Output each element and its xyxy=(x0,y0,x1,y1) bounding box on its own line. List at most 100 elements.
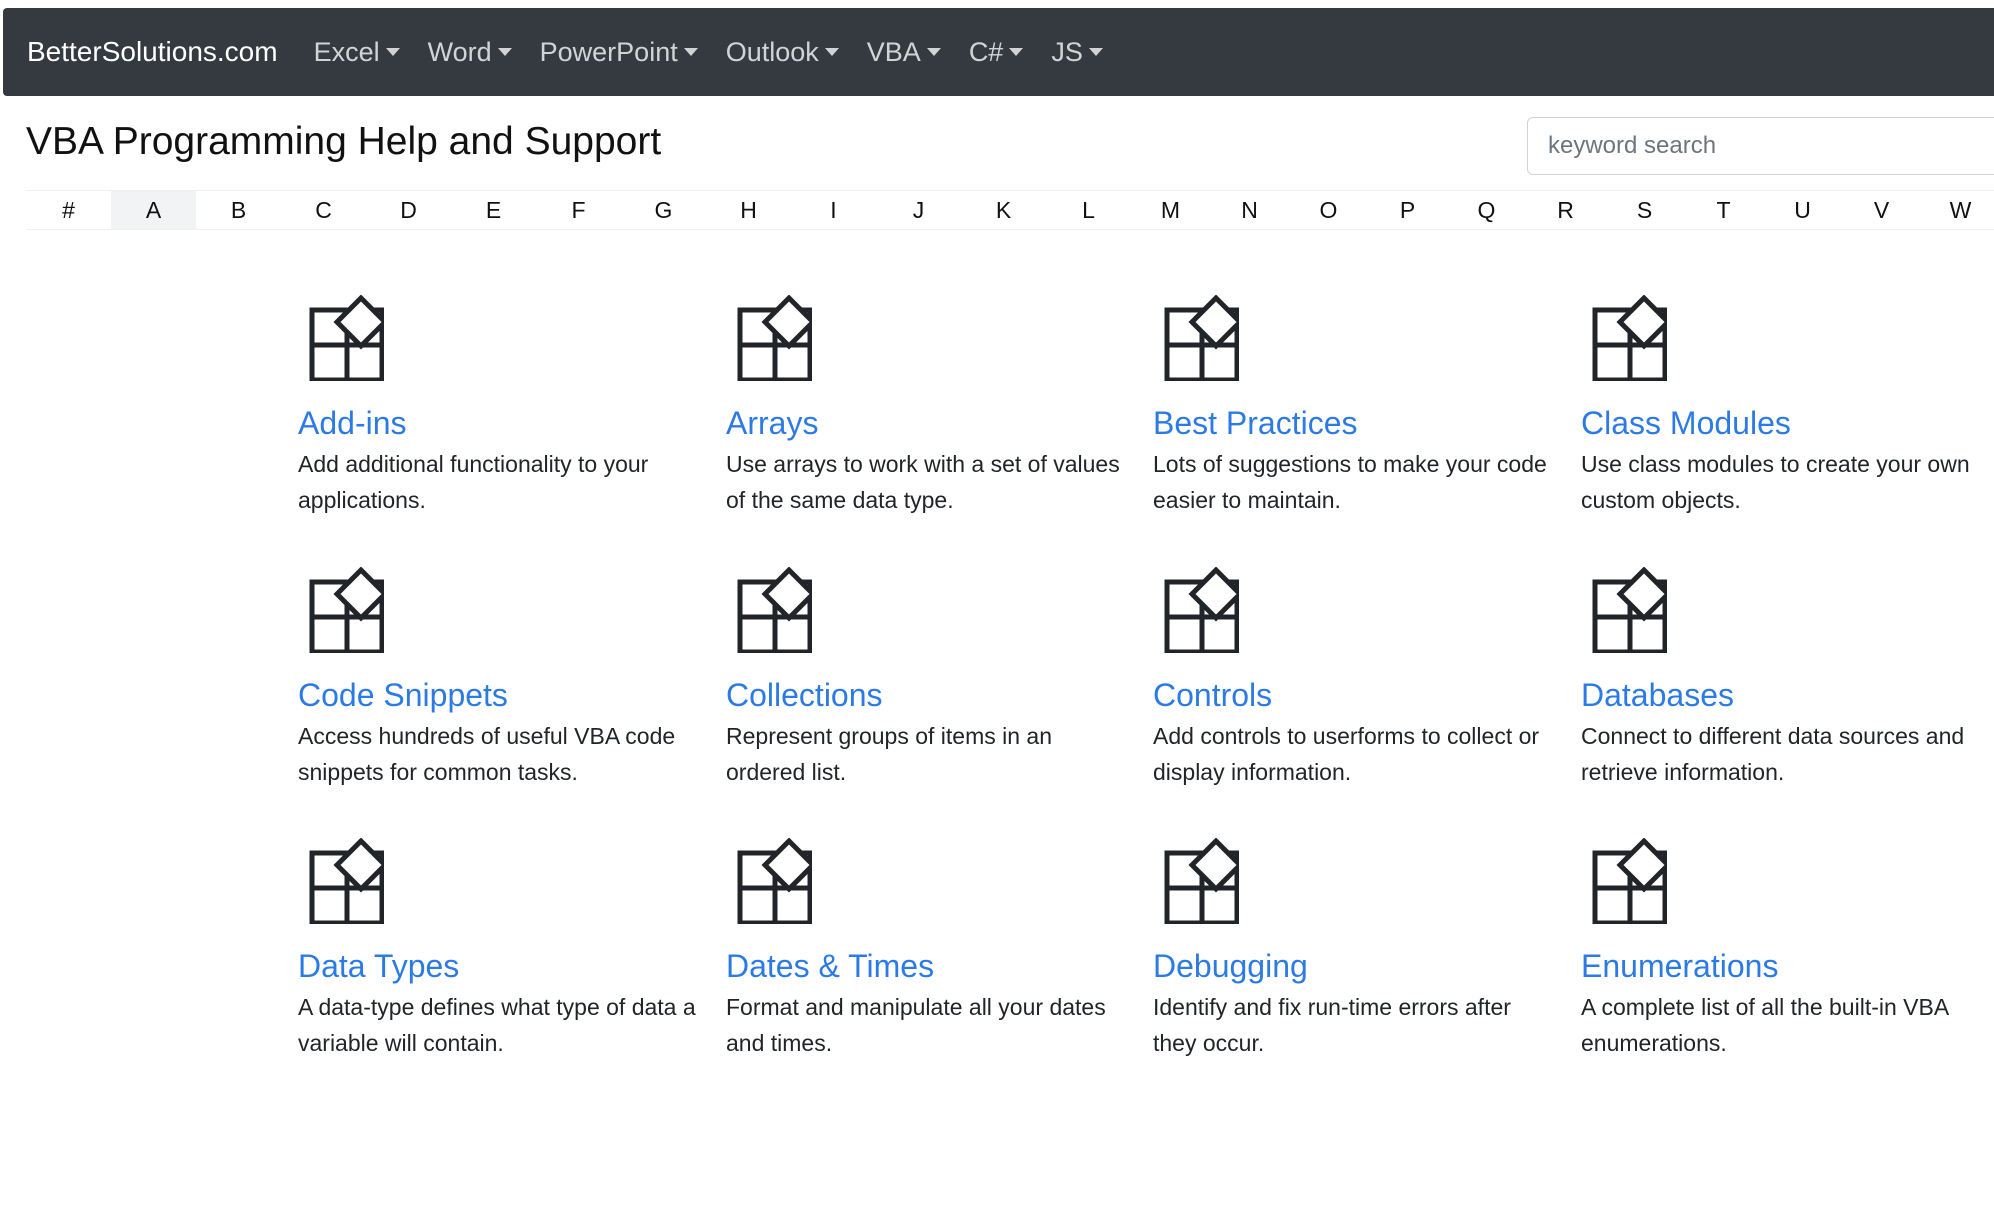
keyword-search-input[interactable] xyxy=(1527,117,1994,175)
alpha-index-j[interactable]: J xyxy=(876,191,961,229)
alpha-index-d[interactable]: D xyxy=(366,191,451,229)
caret-down-icon xyxy=(1009,48,1024,56)
nav-menu-label: Outlook xyxy=(725,36,819,67)
topic-card: Data Types A data-type defines what type… xyxy=(298,838,698,1061)
topic-card: Collections Represent groups of items in… xyxy=(726,567,1126,790)
alpha-index-c[interactable]: C xyxy=(281,191,366,229)
nav-menu-label: Word xyxy=(427,36,492,67)
topic-link-controls[interactable]: Controls xyxy=(1153,677,1553,714)
top-navbar: BetterSolutions.com Excel Word PowerPoin… xyxy=(3,8,1994,96)
topic-description: Add additional functionality to your app… xyxy=(298,451,649,513)
alpha-index-b[interactable]: B xyxy=(196,191,281,229)
topic-card: Best Practices Lots of suggestions to ma… xyxy=(1153,295,1553,518)
topic-description: Add controls to userforms to collect or … xyxy=(1153,723,1540,785)
nav-menu-excel[interactable]: Excel xyxy=(314,37,400,68)
alpha-index-v[interactable]: V xyxy=(1842,191,1921,229)
topic-card: Add-ins Add additional functionality to … xyxy=(298,295,698,518)
app-tiles-icon xyxy=(737,838,812,924)
alphabet-index: # A B C D E F G H I J K L M N O P Q R S … xyxy=(26,190,1994,230)
topic-description: Use class modules to create your own cus… xyxy=(1581,451,1970,513)
topic-description: Represent groups of items in an ordered … xyxy=(726,723,1053,785)
alpha-index-f[interactable]: F xyxy=(536,191,621,229)
nav-menu-label: C# xyxy=(968,36,1004,67)
topic-link-arrays[interactable]: Arrays xyxy=(726,405,1126,442)
nav-menu-label: PowerPoint xyxy=(539,36,678,67)
app-tiles-icon xyxy=(737,295,812,381)
caret-down-icon xyxy=(926,48,941,56)
topic-description: Format and manipulate all your dates and… xyxy=(726,994,1106,1056)
topic-link-databases[interactable]: Databases xyxy=(1581,677,1981,714)
app-tiles-icon xyxy=(309,567,384,653)
app-tiles-icon xyxy=(737,567,812,653)
topic-link-add-ins[interactable]: Add-ins xyxy=(298,405,698,442)
alpha-index-r[interactable]: R xyxy=(1526,191,1605,229)
topic-description: Use arrays to work with a set of values … xyxy=(726,451,1120,513)
topic-link-collections[interactable]: Collections xyxy=(726,677,1126,714)
nav-menu-js[interactable]: JS xyxy=(1051,37,1103,68)
topic-grid: Add-ins Add additional functionality to … xyxy=(0,0,1994,1217)
topic-description: A data-type defines what type of data a … xyxy=(298,994,696,1056)
app-tiles-icon xyxy=(1592,295,1667,381)
alpha-index-p[interactable]: P xyxy=(1368,191,1447,229)
topic-link-dates-times[interactable]: Dates & Times xyxy=(726,948,1126,985)
app-tiles-icon xyxy=(1164,838,1239,924)
topic-link-class-modules[interactable]: Class Modules xyxy=(1581,405,1981,442)
app-tiles-icon xyxy=(1592,838,1667,924)
alpha-index-e[interactable]: E xyxy=(451,191,536,229)
nav-menu-csharp[interactable]: C# xyxy=(969,37,1024,68)
alpha-index-hash[interactable]: # xyxy=(26,191,111,229)
top-border xyxy=(0,0,1994,8)
alpha-index-w[interactable]: W xyxy=(1921,191,1994,229)
app-tiles-icon xyxy=(309,838,384,924)
caret-down-icon xyxy=(385,48,400,56)
brand-link[interactable]: BetterSolutions.com xyxy=(27,36,278,68)
nav-menu-label: JS xyxy=(1051,36,1083,67)
nav-menu-word[interactable]: Word xyxy=(428,37,512,68)
page-title: VBA Programming Help and Support xyxy=(26,120,662,163)
app-tiles-icon xyxy=(1592,567,1667,653)
alpha-index-h[interactable]: H xyxy=(706,191,791,229)
alpha-index-n[interactable]: N xyxy=(1210,191,1289,229)
topic-description: Identify and fix run-time errors after t… xyxy=(1153,994,1511,1056)
alpha-index-i[interactable]: I xyxy=(791,191,876,229)
nav-menu-vba[interactable]: VBA xyxy=(867,37,941,68)
caret-down-icon xyxy=(1088,48,1103,56)
nav-menu-outlook[interactable]: Outlook xyxy=(726,37,839,68)
caret-down-icon xyxy=(683,48,698,56)
alpha-index-s[interactable]: S xyxy=(1605,191,1684,229)
topic-link-data-types[interactable]: Data Types xyxy=(298,948,698,985)
nav-menu-label: Excel xyxy=(313,36,380,67)
app-tiles-icon xyxy=(309,295,384,381)
app-tiles-icon xyxy=(1164,567,1239,653)
alpha-index-o[interactable]: O xyxy=(1289,191,1368,229)
alpha-index-k[interactable]: K xyxy=(961,191,1046,229)
nav-menu-label: VBA xyxy=(866,36,921,67)
alpha-index-g[interactable]: G xyxy=(621,191,706,229)
alpha-index-t[interactable]: T xyxy=(1684,191,1763,229)
topic-card: Dates & Times Format and manipulate all … xyxy=(726,838,1126,1061)
topic-description: Lots of suggestions to make your code ea… xyxy=(1153,451,1547,513)
topic-link-best-practices[interactable]: Best Practices xyxy=(1153,405,1553,442)
caret-down-icon xyxy=(497,48,512,56)
nav-menu-powerpoint[interactable]: PowerPoint xyxy=(540,37,698,68)
topic-card: Controls Add controls to userforms to co… xyxy=(1153,567,1553,790)
topic-card: Databases Connect to different data sour… xyxy=(1581,567,1981,790)
alpha-index-u[interactable]: U xyxy=(1763,191,1842,229)
topic-description: Connect to different data sources and re… xyxy=(1581,723,1965,785)
topic-card: Debugging Identify and fix run-time erro… xyxy=(1153,838,1553,1061)
topic-link-debugging[interactable]: Debugging xyxy=(1153,948,1553,985)
alpha-index-a[interactable]: A xyxy=(111,191,196,229)
topic-description: Access hundreds of useful VBA code snipp… xyxy=(298,723,676,785)
topic-card: Code Snippets Access hundreds of useful … xyxy=(298,567,698,790)
topic-card: Enumerations A complete list of all the … xyxy=(1581,838,1981,1061)
alpha-index-m[interactable]: M xyxy=(1131,191,1210,229)
topic-card: Class Modules Use class modules to creat… xyxy=(1581,295,1981,518)
app-tiles-icon xyxy=(1164,295,1239,381)
alpha-index-l[interactable]: L xyxy=(1046,191,1131,229)
topic-link-code-snippets[interactable]: Code Snippets xyxy=(298,677,698,714)
topic-link-enumerations[interactable]: Enumerations xyxy=(1581,948,1981,985)
topic-card: Arrays Use arrays to work with a set of … xyxy=(726,295,1126,518)
topic-description: A complete list of all the built-in VBA … xyxy=(1581,994,1948,1056)
alpha-index-q[interactable]: Q xyxy=(1447,191,1526,229)
caret-down-icon xyxy=(824,48,839,56)
